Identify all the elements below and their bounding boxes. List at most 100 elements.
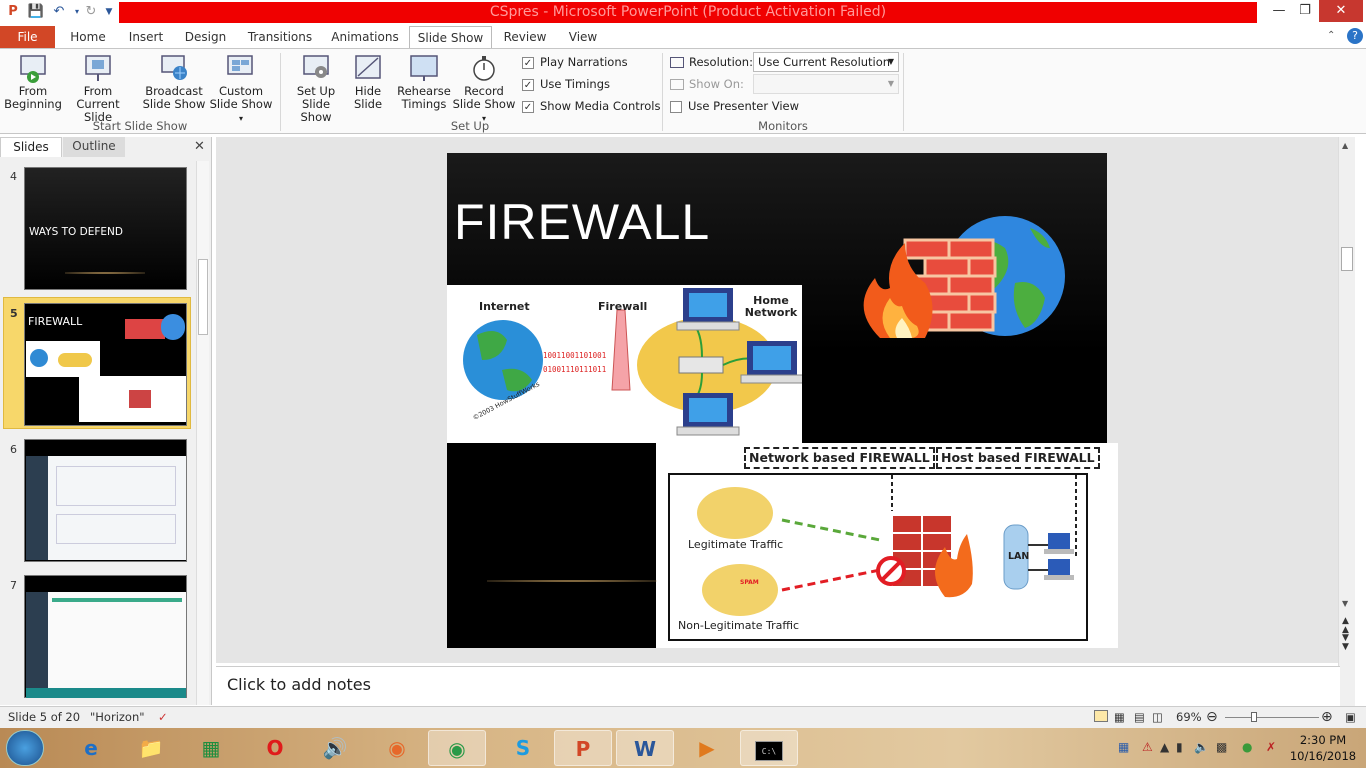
close-pane-icon[interactable]: ✕	[194, 139, 205, 154]
slide-sorter-icon[interactable]: ▦	[1114, 707, 1125, 727]
from-beginning-button[interactable]: From Beginning	[4, 53, 62, 111]
fit-slide-icon[interactable]: ▣	[1345, 707, 1356, 727]
firewall-types-image[interactable]: Network based FIREWALL Host based FIREWA…	[656, 443, 1118, 648]
tab-animations[interactable]: Animations	[326, 26, 404, 48]
network-tray-icon[interactable]: ▦	[1118, 740, 1129, 754]
close-button[interactable]: ✕	[1319, 0, 1363, 22]
show-media-controls-checkbox[interactable]: ✓ Show Media Controls	[522, 97, 660, 115]
slideshow-view-icon[interactable]: ◫	[1152, 707, 1163, 727]
scrollbar-thumb[interactable]	[198, 259, 208, 335]
tab-home[interactable]: Home	[62, 26, 114, 48]
start-button[interactable]	[6, 730, 44, 766]
use-timings-checkbox[interactable]: ✓ Use Timings	[522, 75, 610, 93]
tab-view[interactable]: View	[558, 26, 608, 48]
ribbon: From Beginning From Current Slide Broadc…	[0, 48, 1366, 134]
tab-transitions[interactable]: Transitions	[240, 26, 320, 48]
monitor-icon	[670, 57, 684, 68]
media-icon[interactable]: 🔊	[306, 730, 364, 766]
next-slide-icon[interactable]: ▼ ▼	[1342, 634, 1349, 652]
battery-icon[interactable]: ▮	[1176, 740, 1183, 754]
notification-icon[interactable]: ●	[1242, 740, 1252, 754]
binary-text-bottom: 01001110111011	[543, 365, 607, 374]
signal-icon[interactable]: ▩	[1216, 740, 1227, 754]
slide-thumbnail-4[interactable]: WAYS TO DEFEND	[24, 167, 187, 290]
ribbon-separator	[662, 53, 663, 131]
hide-slide-button[interactable]: Hide Slide	[349, 53, 387, 111]
tab-slide-show[interactable]: Slide Show	[409, 26, 492, 49]
save-icon[interactable]: 💾	[27, 3, 45, 21]
play-narrations-checkbox[interactable]: ✓ Play Narrations	[522, 53, 628, 71]
from-current-slide-button[interactable]: From Current Slide	[64, 53, 132, 124]
slide-canvas[interactable]: FIREWALL Internet Firewall Home Network …	[447, 153, 1118, 648]
network-based-label: Network based FIREWALL	[744, 447, 935, 469]
zoom-level[interactable]: 69%	[1176, 707, 1202, 727]
spellcheck-icon[interactable]: ✓	[158, 707, 168, 727]
set-up-slide-show-button[interactable]: Set Up Slide Show	[285, 53, 347, 124]
internet-explorer-icon[interactable]: e	[62, 730, 120, 766]
restore-button[interactable]: ❐	[1291, 0, 1319, 22]
video-player-icon[interactable]: ▶	[678, 730, 736, 766]
warning-tray-icon[interactable]: ⚠	[1142, 740, 1153, 754]
zoom-slider-thumb[interactable]	[1251, 712, 1257, 722]
thumb-title: WAYS TO DEFEND	[29, 226, 123, 238]
slide-title[interactable]: FIREWALL	[454, 193, 710, 251]
zoom-slider[interactable]	[1225, 717, 1319, 718]
record-slide-show-button[interactable]: Record Slide Show ▾	[452, 53, 516, 125]
reading-view-icon[interactable]: ▤	[1134, 707, 1145, 727]
skype-icon[interactable]: S	[494, 730, 552, 766]
firefox-icon[interactable]: ◉	[368, 730, 426, 766]
custom-slide-show-button[interactable]: Custom Slide Show ▾	[206, 53, 276, 125]
command-prompt-icon[interactable]: C:\	[740, 730, 798, 766]
tab-slides[interactable]: Slides	[0, 137, 62, 157]
tab-file[interactable]: File	[0, 26, 55, 48]
customize-qat-icon[interactable]: ▼	[100, 3, 118, 21]
help-icon[interactable]: ?	[1347, 28, 1363, 44]
store-icon[interactable]: ▦	[182, 730, 240, 766]
zoom-out-icon[interactable]: ⊖	[1206, 707, 1218, 727]
slideshow-current-icon	[83, 53, 113, 83]
stopwatch-icon	[469, 53, 499, 83]
scrollbar-thumb[interactable]	[1341, 247, 1353, 271]
collapse-ribbon-icon[interactable]: ⌃	[1327, 30, 1335, 41]
slide-thumbnail-5[interactable]: FIREWALL	[24, 303, 187, 426]
show-on-dropdown[interactable]: ▼	[753, 74, 899, 94]
broadcast-slide-show-button[interactable]: Broadcast Slide Show	[142, 53, 206, 111]
ribbon-separator	[903, 53, 904, 131]
network-diagram-image[interactable]: Internet Firewall Home Network 100110011…	[447, 285, 802, 443]
slide-thumbnail-6[interactable]	[24, 439, 187, 562]
opera-icon[interactable]: O	[246, 730, 304, 766]
use-presenter-view-checkbox[interactable]: Use Presenter View	[670, 97, 799, 115]
file-explorer-icon[interactable]: 📁	[122, 730, 180, 766]
minimize-button[interactable]: —	[1265, 0, 1293, 22]
window-title: CSpres - Microsoft PowerPoint (Product A…	[119, 2, 1257, 23]
resolution-dropdown[interactable]: Use Current Resolution ▼	[753, 52, 899, 72]
clock[interactable]: 2:30 PM 10/16/2018	[1288, 732, 1358, 764]
word-icon[interactable]: W	[616, 730, 674, 766]
rehearse-timings-button[interactable]: Rehearse Timings	[396, 53, 452, 111]
home-network-shape	[58, 353, 92, 367]
tab-outline[interactable]: Outline	[63, 137, 125, 157]
redo-icon[interactable]: ↻	[82, 3, 100, 21]
volume-icon[interactable]: 🔈	[1194, 740, 1209, 754]
broadcast-icon	[159, 53, 189, 83]
chrome-icon[interactable]: ◉	[428, 730, 486, 766]
tab-review[interactable]: Review	[498, 26, 552, 48]
scroll-down-icon[interactable]: ▼	[1342, 599, 1348, 608]
show-hidden-icons[interactable]: ▲	[1160, 740, 1169, 754]
notes-pane[interactable]: Click to add notes	[216, 666, 1340, 706]
thumb-screenshot	[26, 592, 186, 688]
tab-insert[interactable]: Insert	[120, 26, 172, 48]
slide-thumbnail-7[interactable]	[24, 575, 187, 698]
normal-view-icon[interactable]	[1094, 710, 1108, 722]
powerpoint-icon[interactable]: P	[554, 730, 612, 766]
slide-number: 4	[10, 170, 17, 183]
zoom-in-icon[interactable]: ⊕	[1321, 707, 1333, 727]
no-network-icon[interactable]: ✗	[1266, 740, 1276, 754]
thumb-panel	[56, 466, 176, 506]
thumbnail-scrollbar[interactable]	[196, 161, 209, 705]
slide-vertical-scrollbar[interactable]: ▲ ▼ ▲ ▲ ▼ ▼	[1338, 137, 1355, 706]
scroll-up-icon[interactable]: ▲	[1342, 141, 1348, 150]
firewall-label: Firewall	[598, 300, 648, 313]
tab-design[interactable]: Design	[178, 26, 233, 48]
undo-icon[interactable]: ↶	[50, 3, 68, 21]
